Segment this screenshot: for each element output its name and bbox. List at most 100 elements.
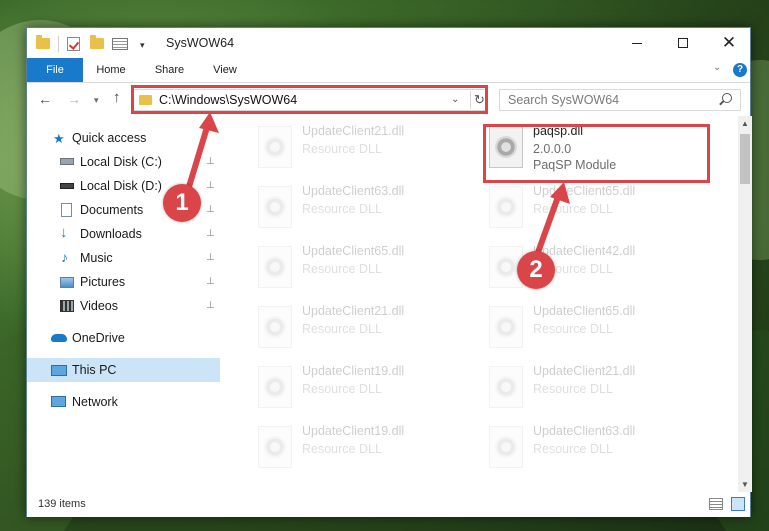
sidebar-item-this-pc[interactable]: This PC bbox=[27, 358, 220, 382]
file-name: UpdateClient63.dll bbox=[302, 184, 405, 198]
sidebar-item-onedrive[interactable]: OneDrive bbox=[27, 326, 220, 350]
file-type: Resource DLL bbox=[302, 262, 382, 276]
pin-icon[interactable]: ⊥ bbox=[206, 252, 215, 263]
sidebar-item-quick-access[interactable]: ★ Quick access bbox=[27, 126, 220, 150]
file-type: Resource DLL bbox=[302, 382, 382, 396]
ribbon-tabs: File Home Share View ⌄ ? bbox=[27, 58, 750, 83]
tab-view[interactable]: View bbox=[199, 58, 251, 82]
pin-icon[interactable]: ⊥ bbox=[206, 204, 215, 215]
pin-icon[interactable]: ⊥ bbox=[206, 276, 215, 287]
sidebar-item-label: Videos bbox=[80, 299, 118, 313]
sidebar-item-label: This PC bbox=[72, 363, 117, 377]
file-tile[interactable]: UpdateClient21.dll Resource DLL bbox=[240, 300, 460, 354]
file-type: Resource DLL bbox=[533, 202, 613, 216]
dll-file-icon bbox=[258, 186, 292, 228]
videos-icon bbox=[60, 300, 74, 312]
forward-arrow-icon[interactable]: → bbox=[67, 91, 81, 107]
sidebar-item-label: Music bbox=[80, 251, 113, 265]
file-name: UpdateClient19.dll bbox=[302, 364, 405, 378]
computer-icon bbox=[51, 365, 67, 376]
sidebar-item-local-disk-c[interactable]: Local Disk (C:) ⊥ bbox=[27, 150, 220, 174]
file-type: Resource DLL bbox=[533, 442, 613, 456]
maximize-button[interactable] bbox=[660, 28, 706, 58]
sidebar-item-network[interactable]: Network bbox=[27, 390, 220, 414]
sidebar-item-pictures[interactable]: Pictures ⊥ bbox=[27, 270, 220, 294]
file-tile[interactable]: UpdateClient63.dll Resource DLL bbox=[240, 180, 460, 234]
dll-file-icon bbox=[258, 126, 292, 168]
network-icon bbox=[51, 396, 66, 407]
file-name: UpdateClient21.dll bbox=[302, 124, 405, 138]
sidebar-item-label: Local Disk (D:) bbox=[80, 179, 162, 193]
address-highlight-box bbox=[131, 85, 488, 114]
file-tile[interactable]: UpdateClient63.dll Resource DLL bbox=[479, 420, 699, 474]
recent-locations-icon[interactable]: ▾ bbox=[94, 95, 99, 106]
details-view-icon[interactable] bbox=[709, 498, 723, 510]
star-icon: ★ bbox=[53, 131, 65, 146]
quick-access-dropdown-icon[interactable]: ▾ bbox=[140, 40, 145, 56]
file-name: UpdateClient63.dll bbox=[533, 424, 636, 438]
new-folder-icon[interactable] bbox=[90, 35, 104, 49]
pin-icon[interactable]: ⊥ bbox=[206, 156, 215, 167]
file-name: UpdateClient65.dll bbox=[533, 304, 636, 318]
pin-icon[interactable]: ⊥ bbox=[206, 228, 215, 239]
sidebar-item-label: Network bbox=[72, 395, 118, 409]
minimize-button[interactable] bbox=[614, 28, 660, 58]
step-marker-1: 1 bbox=[163, 184, 201, 222]
sidebar-item-downloads[interactable]: ↓ Downloads ⊥ bbox=[27, 222, 220, 246]
expand-ribbon-icon[interactable]: ⌄ bbox=[713, 62, 721, 73]
status-bar: 139 items bbox=[27, 492, 750, 517]
pin-icon[interactable]: ⊥ bbox=[206, 300, 215, 311]
sidebar-item-music[interactable]: ♪ Music ⊥ bbox=[27, 246, 220, 270]
folder-icon bbox=[36, 35, 50, 49]
sidebar-item-label: Documents bbox=[80, 203, 144, 217]
help-icon[interactable]: ? bbox=[733, 63, 747, 77]
scroll-down-icon[interactable]: ▼ bbox=[741, 480, 749, 489]
large-icons-view-icon[interactable] bbox=[731, 497, 745, 511]
sidebar-item-label: OneDrive bbox=[72, 331, 125, 345]
sidebar-item-label: Quick access bbox=[72, 131, 147, 145]
search-icon[interactable] bbox=[722, 93, 732, 103]
sidebar-item-label: Local Disk (C:) bbox=[80, 155, 162, 169]
file-type: Resource DLL bbox=[302, 322, 382, 336]
navigation-pane: ★ Quick access Local Disk (C:) ⊥ Local D… bbox=[27, 116, 220, 492]
tab-home[interactable]: Home bbox=[83, 58, 139, 82]
scroll-up-icon[interactable]: ▲ bbox=[741, 119, 749, 128]
file-tile[interactable]: UpdateClient65.dll Resource DLL bbox=[240, 240, 460, 294]
back-arrow-icon[interactable]: ← bbox=[38, 91, 52, 107]
close-button[interactable]: ✕ bbox=[706, 28, 752, 58]
minimize-icon bbox=[632, 42, 642, 44]
file-tile[interactable]: UpdateClient21.dll Resource DLL bbox=[479, 360, 699, 414]
documents-icon bbox=[61, 203, 72, 217]
cloud-icon bbox=[51, 334, 67, 342]
file-tile[interactable]: UpdateClient19.dll Resource DLL bbox=[240, 360, 460, 414]
music-icon: ♪ bbox=[61, 249, 68, 265]
file-tile[interactable]: UpdateClient42.dll Resource DLL bbox=[479, 240, 699, 294]
tab-file[interactable]: File bbox=[27, 58, 83, 82]
dll-file-icon bbox=[489, 426, 523, 468]
file-type: Resource DLL bbox=[302, 442, 382, 456]
file-type: Resource DLL bbox=[533, 382, 613, 396]
sidebar-item-videos[interactable]: Videos ⊥ bbox=[27, 294, 220, 318]
file-tile[interactable]: UpdateClient19.dll Resource DLL bbox=[240, 420, 460, 474]
tab-share[interactable]: Share bbox=[142, 58, 197, 82]
sidebar-item-label: Downloads bbox=[80, 227, 142, 241]
file-tile[interactable]: UpdateClient65.dll Resource DLL bbox=[479, 300, 699, 354]
file-tile[interactable]: UpdateClient65.dll Resource DLL bbox=[479, 180, 699, 234]
properties-check-icon[interactable] bbox=[67, 37, 80, 51]
scrollbar-thumb[interactable] bbox=[740, 134, 750, 184]
customize-icon[interactable] bbox=[112, 38, 128, 50]
item-count: 139 items bbox=[38, 498, 86, 510]
file-type: Resource DLL bbox=[533, 322, 613, 336]
vertical-scrollbar[interactable]: ▲ ▼ bbox=[738, 116, 752, 492]
file-tile[interactable]: UpdateClient21.dll Resource DLL bbox=[240, 120, 460, 174]
file-highlight-box bbox=[483, 124, 710, 183]
pin-icon[interactable]: ⊥ bbox=[206, 180, 215, 191]
download-icon: ↓ bbox=[60, 224, 68, 241]
pictures-icon bbox=[60, 277, 74, 288]
dll-file-icon bbox=[258, 426, 292, 468]
up-arrow-icon[interactable]: ↑ bbox=[113, 89, 121, 106]
dll-file-icon bbox=[258, 366, 292, 408]
dll-file-icon bbox=[489, 366, 523, 408]
search-input[interactable]: Search SysWOW64 bbox=[499, 89, 741, 111]
file-type: Resource DLL bbox=[302, 202, 382, 216]
